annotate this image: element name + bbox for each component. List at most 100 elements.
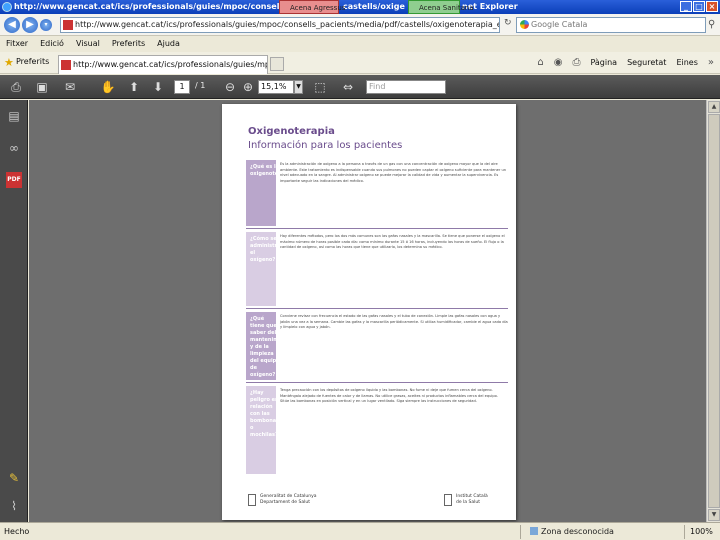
section-label: ¿Cómo se administra el oxígeno?	[250, 236, 281, 263]
security-zone: Zona desconocida	[530, 527, 614, 536]
menu-item-edit[interactable]: Edició	[40, 37, 64, 51]
scroll-up-icon[interactable]: ▲	[708, 101, 720, 113]
tab-title: http://www.gencat.cat/ics/professionals/…	[73, 60, 268, 69]
pdf-page-icon	[63, 20, 73, 30]
section-how-administered: ¿Cómo se administra el oxígeno? Hay dife…	[246, 232, 508, 306]
page-total: / 1	[195, 81, 206, 90]
comment-icon[interactable]: ✎	[6, 470, 22, 486]
url-input[interactable]: http://www.gencat.cat/ics/professionals/…	[60, 17, 500, 33]
section-body: Es la administración de oxígeno a la per…	[280, 162, 507, 183]
zoom-level-input[interactable]: 15,1%	[258, 80, 294, 94]
section-label: ¿Hay peligro en relación con las bombona…	[250, 390, 280, 438]
close-button[interactable]: ×	[706, 1, 718, 12]
section-label: ¿Qué tiene que saber del mantenimiento y…	[250, 316, 293, 378]
overlay-tab-green[interactable]: Acena Sanitana	[408, 0, 474, 14]
zoom-dropdown-icon[interactable]: ▼	[294, 80, 303, 94]
status-bar: Hecho Zona desconocida 100%	[0, 522, 720, 540]
pdf-tab-icon	[61, 60, 71, 70]
menu-item-file[interactable]: Fitxer	[6, 37, 28, 51]
status-separator	[684, 525, 685, 539]
refresh-icon[interactable]: ↻	[504, 18, 512, 28]
page-down-icon[interactable]: ⬇	[150, 79, 166, 95]
print-icon[interactable]: ⎙	[572, 57, 580, 68]
section-maintenance: ¿Qué tiene que saber del mantenimiento y…	[246, 312, 508, 380]
forward-button[interactable]: ▶	[22, 17, 38, 33]
new-tab-button[interactable]	[270, 57, 284, 71]
vertical-scrollbar[interactable]: ▲ ▼	[706, 100, 720, 522]
search-input[interactable]: Google Catala	[516, 17, 706, 33]
hand-tool-icon[interactable]: ✋	[100, 79, 116, 95]
status-separator	[520, 525, 521, 539]
internet-explorer-icon	[2, 2, 12, 12]
favorites-star-icon[interactable]: ★	[4, 56, 14, 69]
document-title: Oxigenoterapia	[248, 126, 335, 137]
window-controls: _ □ ×	[680, 1, 718, 12]
minimize-button[interactable]: _	[680, 1, 692, 12]
section-danger: ¿Hay peligro en relación con las bombona…	[246, 386, 508, 474]
section-body: Hay diferentes métodos, pero los dos más…	[280, 234, 505, 250]
command-bar: ⌂ ◉ ⎙ Pàgina Seguretat Eines »	[537, 57, 714, 68]
menu-item-help[interactable]: Ajuda	[157, 37, 180, 51]
window-title-suffix: castells/oxige	[343, 2, 405, 11]
chevron-icon[interactable]: »	[708, 57, 714, 68]
pdf-attachments-icon[interactable]: PDF	[6, 172, 22, 188]
pages-icon[interactable]: ▤	[6, 108, 22, 124]
menu-item-view[interactable]: Visual	[76, 37, 100, 51]
ics-logo-icon	[444, 494, 452, 506]
maximize-button[interactable]: □	[693, 1, 705, 12]
section-label-bg: ¿Hay peligro en relación con las bombona…	[246, 386, 279, 474]
zoom-in-icon[interactable]: ⊕	[240, 79, 256, 95]
scroll-thumb[interactable]	[708, 114, 720, 508]
fit-page-icon[interactable]: ⬚	[312, 79, 328, 95]
share-icon[interactable]: ✉	[62, 79, 78, 95]
globe-icon	[530, 527, 538, 535]
section-body: Conviene revisar con frecuencia el estad…	[280, 314, 508, 330]
pdf-page: Oxigenoterapia Información para los paci…	[222, 104, 516, 520]
section-what-is: ¿Qué es la oxigenoterapia? Es la adminis…	[246, 160, 508, 226]
section-divider	[246, 228, 508, 229]
document-subtitle: Información para los pacientes	[248, 140, 403, 151]
menu-bar: Fitxer Edició Visual Preferits Ajuda	[0, 37, 720, 51]
search-icon[interactable]: ⚲	[708, 19, 715, 30]
document-footer: Generalitat de Catalunya Departament de …	[248, 494, 498, 510]
pdf-toolbar: ⎙ ▣ ✉ ✋ ⬆ ⬇ 1 / 1 ⊖ ⊕ 15,1% ▼ ⬚ ⇔ Find	[0, 75, 720, 99]
menu-item-favorites[interactable]: Preferits	[112, 37, 145, 51]
window-title: http://www.gencat.cat/ics/professionals/…	[14, 2, 303, 11]
zone-text: Zona desconocida	[541, 527, 614, 536]
section-divider	[246, 382, 508, 383]
generalitat-logo-icon	[248, 494, 256, 506]
favorites-bar: ★ Preferits http://www.gencat.cat/ics/pr…	[0, 52, 720, 74]
page-menu[interactable]: Pàgina	[590, 58, 617, 67]
back-button[interactable]: ◀	[4, 17, 20, 33]
save-icon[interactable]: ▣	[34, 79, 50, 95]
document-viewer[interactable]: Oxigenoterapia Información para los paci…	[29, 100, 706, 522]
footer-right-text: Institut Català de la Salut	[456, 494, 488, 505]
print-icon[interactable]: ⎙	[8, 79, 24, 95]
window-title-bar: http://www.gencat.cat/ics/professionals/…	[0, 0, 720, 14]
status-zoom[interactable]: 100%	[690, 527, 713, 536]
section-label-bg: ¿Cómo se administra el oxígeno?	[246, 232, 280, 306]
overlay-tab-red[interactable]: Acena Agressus	[279, 0, 345, 14]
page-up-icon[interactable]: ⬆	[126, 79, 142, 95]
tab-active[interactable]: http://www.gencat.cat/ics/professionals/…	[58, 55, 268, 74]
section-label: ¿Qué es la oxigenoterapia?	[250, 164, 296, 177]
google-icon	[520, 20, 529, 29]
search-placeholder: Google Catala	[531, 20, 588, 29]
address-bar: ◀ ▶ ▾ http://www.gencat.cat/ics/professi…	[0, 14, 720, 36]
url-text: http://www.gencat.cat/ics/professionals/…	[75, 20, 500, 29]
security-menu[interactable]: Seguretat	[627, 58, 666, 67]
favorites-label[interactable]: Preferits	[16, 57, 49, 66]
feeds-icon[interactable]: ◉	[554, 57, 563, 68]
page-number-input[interactable]: 1	[174, 80, 190, 94]
paperclip-icon[interactable]: ⌇	[6, 498, 22, 514]
zoom-out-icon[interactable]: ⊖	[222, 79, 238, 95]
fit-width-icon[interactable]: ⇔	[340, 79, 356, 95]
home-icon[interactable]: ⌂	[537, 57, 543, 68]
binoculars-icon[interactable]: ∞	[6, 140, 22, 156]
tools-menu[interactable]: Eines	[676, 58, 697, 67]
history-dropdown-icon[interactable]: ▾	[40, 19, 52, 31]
find-input[interactable]: Find	[366, 80, 446, 94]
scroll-down-icon[interactable]: ▼	[708, 509, 720, 521]
section-divider	[246, 308, 508, 309]
section-label-bg: ¿Qué es la oxigenoterapia?	[246, 160, 296, 226]
